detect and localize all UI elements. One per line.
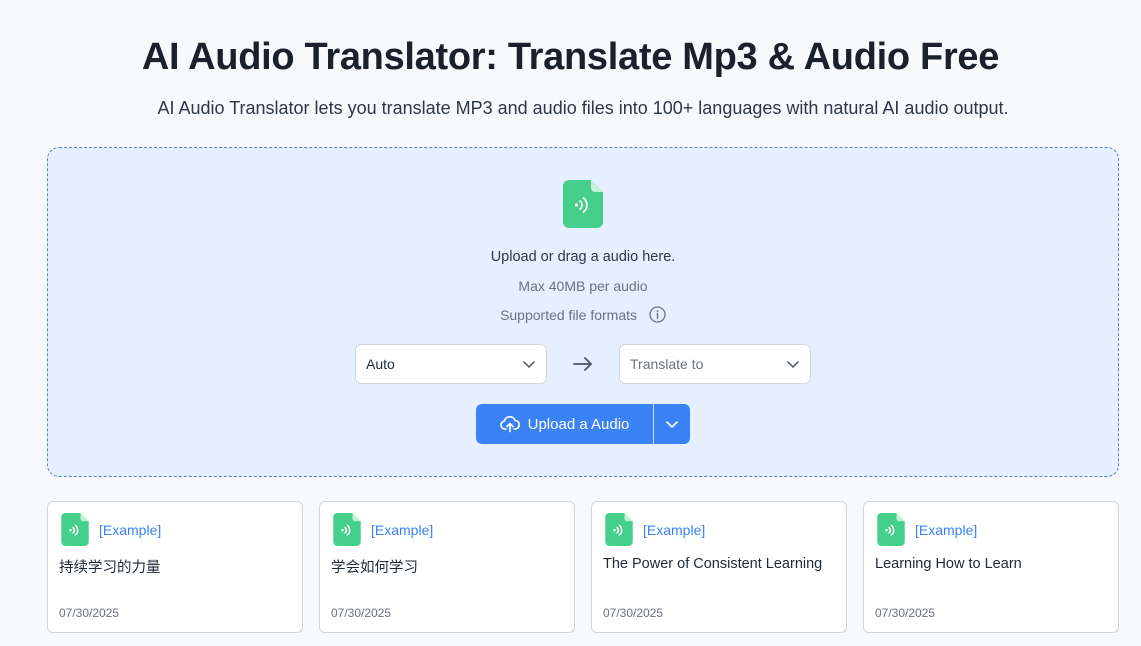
audio-file-icon [877, 513, 905, 546]
chevron-down-icon [787, 361, 799, 368]
example-date: 07/30/2025 [331, 606, 392, 620]
audio-file-icon [605, 513, 633, 546]
supported-formats-label: Supported file formats [500, 307, 638, 323]
page-title: AI Audio Translator: Translate Mp3 & Aud… [141, 36, 1000, 78]
audio-file-icon [563, 180, 603, 228]
upload-dropzone[interactable]: Upload or drag a audio here. Max 40MB pe… [47, 147, 1119, 477]
chevron-down-icon [666, 421, 678, 428]
example-date: 07/30/2025 [603, 606, 664, 620]
supported-formats[interactable]: Supported file formats [48, 306, 1118, 323]
example-title: Learning How to Learn [875, 556, 1022, 572]
info-icon[interactable] [649, 306, 666, 323]
page: AI Audio Translator: Translate Mp3 & Aud… [0, 0, 1141, 646]
example-tag: [Example] [371, 522, 434, 538]
example-title: The Power of Consistent Learning [603, 556, 823, 572]
audio-file-icon [333, 513, 361, 546]
example-tag: [Example] [643, 522, 706, 538]
source-language-select[interactable]: Auto [355, 344, 547, 384]
cloud-upload-icon [499, 415, 520, 433]
upload-button-group: Upload a Audio [476, 404, 690, 444]
example-date: 07/30/2025 [875, 606, 936, 620]
example-tag: [Example] [915, 522, 978, 538]
upload-audio-label: Upload a Audio [527, 415, 630, 433]
example-cards: [Example] 持续学习的力量 07/30/2025 [Example] 学… [47, 501, 1119, 633]
arrow-right-icon [573, 357, 592, 371]
example-card[interactable]: [Example] The Power of Consistent Learni… [591, 501, 847, 633]
example-tag: [Example] [99, 522, 162, 538]
example-card[interactable]: [Example] 学会如何学习 07/30/2025 [319, 501, 575, 633]
example-card[interactable]: [Example] Learning How to Learn 07/30/20… [863, 501, 1119, 633]
example-card[interactable]: [Example] 持续学习的力量 07/30/2025 [47, 501, 303, 633]
source-language-value: Auto [366, 356, 395, 372]
upload-audio-button[interactable]: Upload a Audio [476, 404, 653, 444]
page-subtitle: AI Audio Translator lets you translate M… [157, 98, 1009, 118]
chevron-down-icon [523, 361, 535, 368]
max-size-note: Max 40MB per audio [518, 278, 648, 294]
upload-options-toggle[interactable] [653, 404, 690, 444]
target-language-placeholder: Translate to [630, 356, 704, 372]
example-title: 学会如何学习 [331, 560, 418, 576]
example-date: 07/30/2025 [59, 606, 120, 620]
target-language-select[interactable]: Translate to [619, 344, 811, 384]
example-title: 持续学习的力量 [59, 560, 161, 576]
audio-file-icon [61, 513, 89, 546]
upload-instruction: Upload or drag a audio here. [490, 249, 676, 265]
